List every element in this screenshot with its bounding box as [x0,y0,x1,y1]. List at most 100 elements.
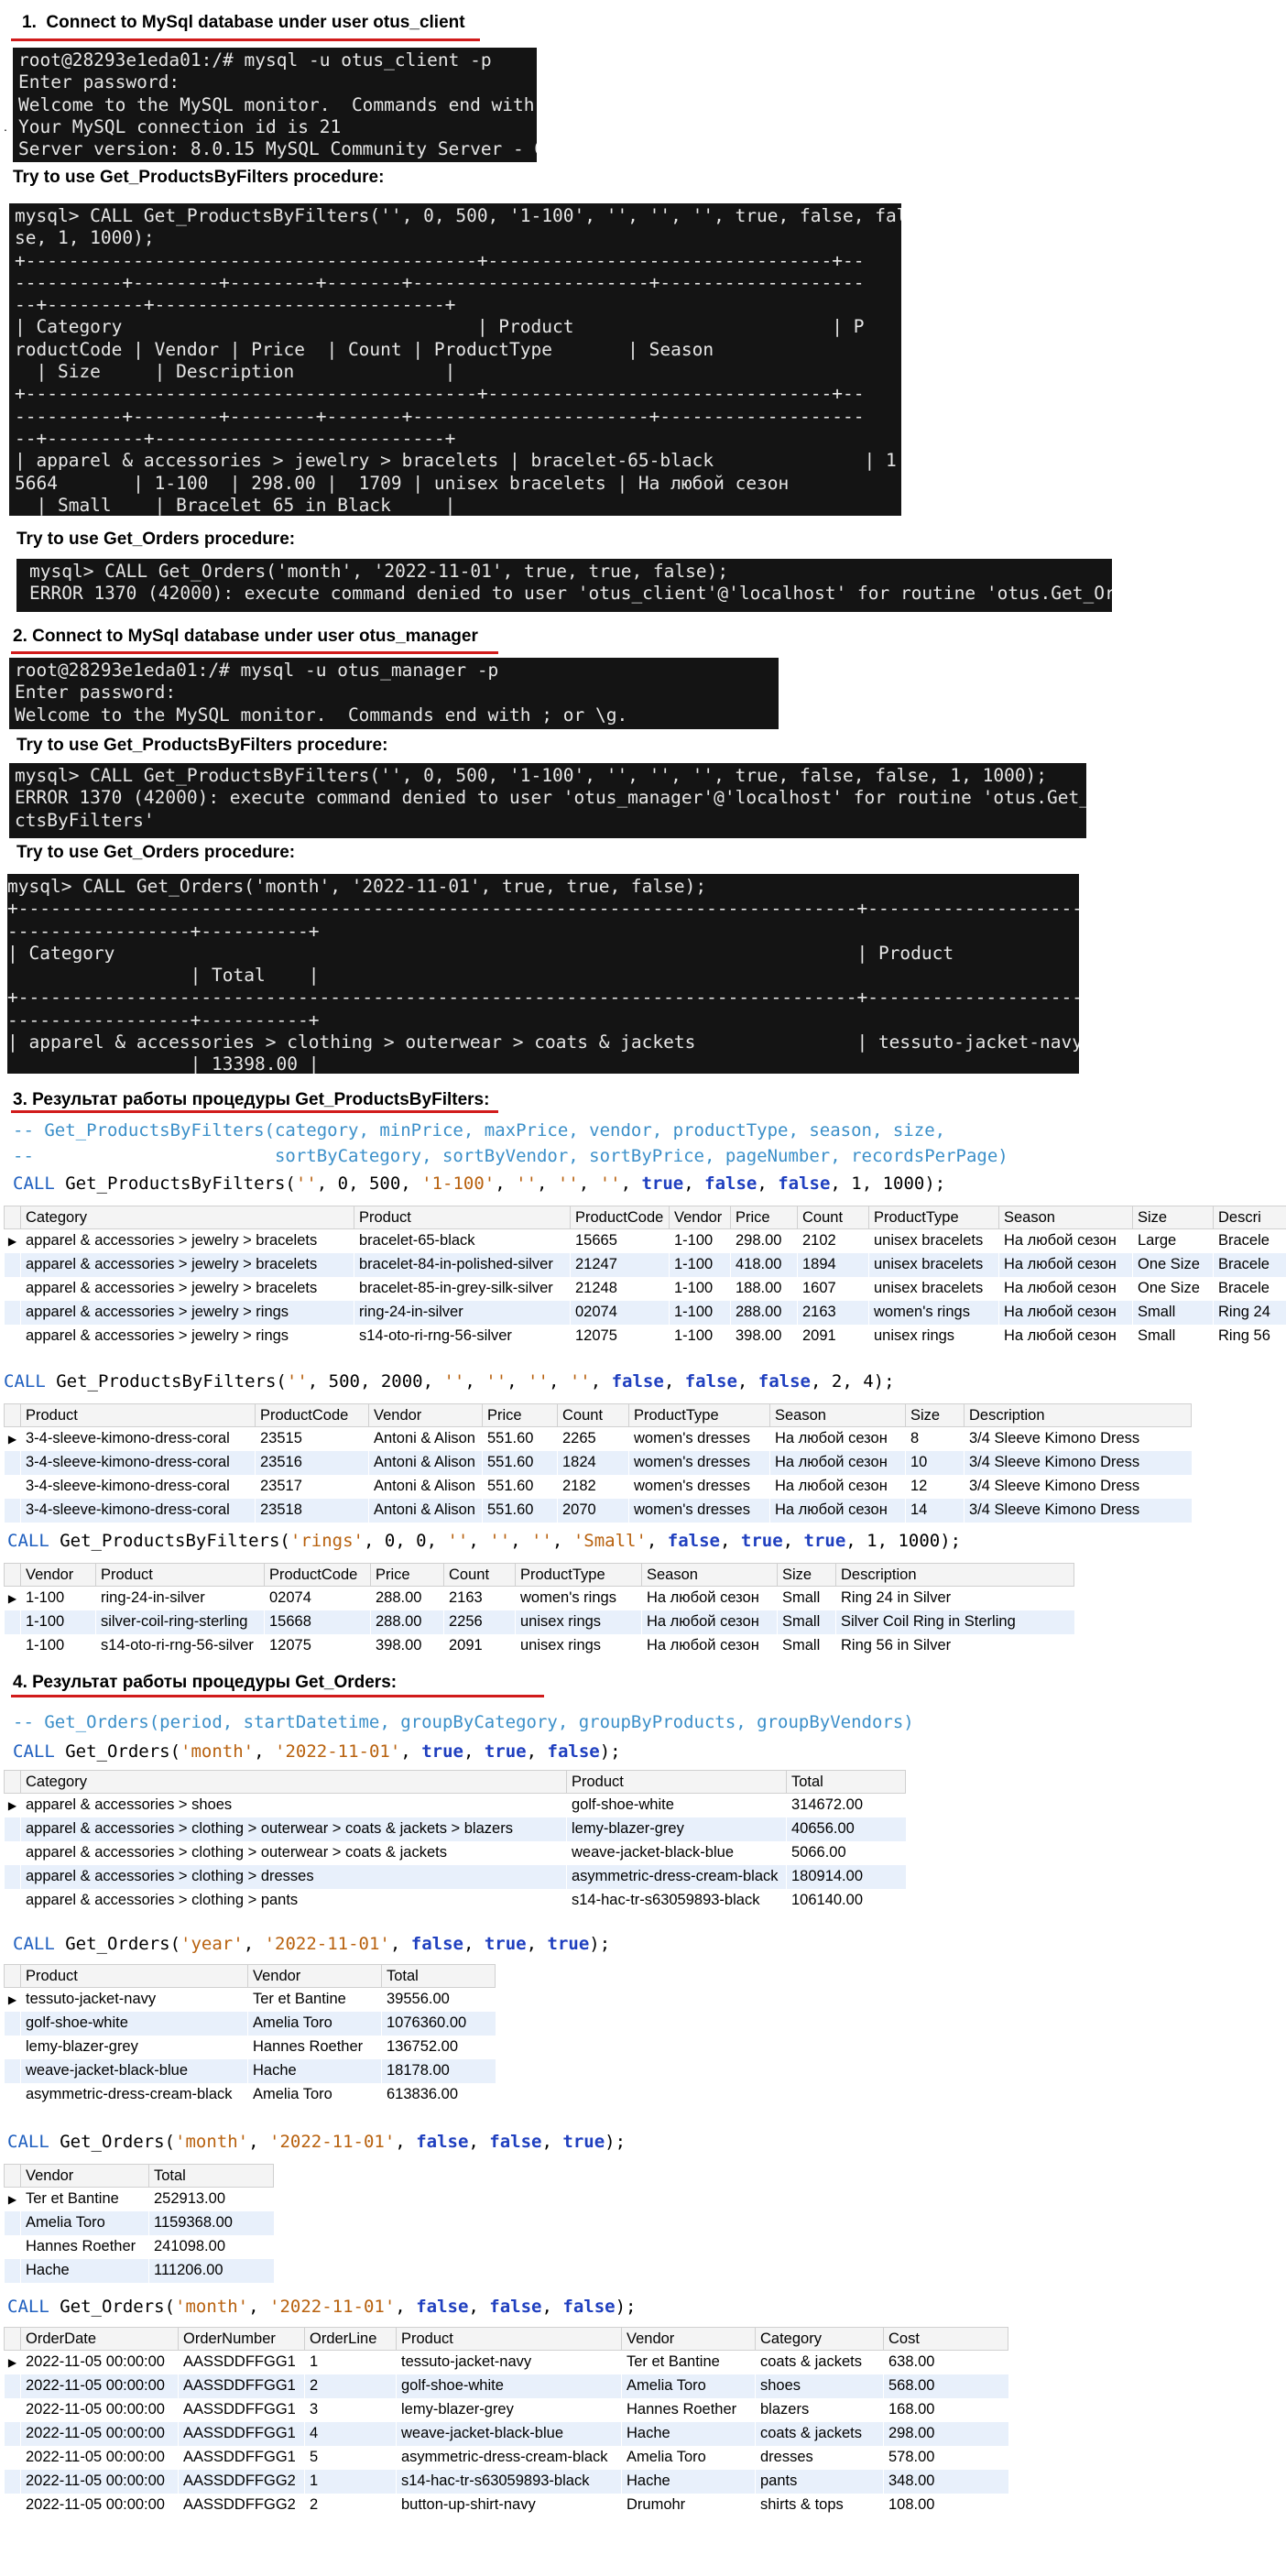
sql-punctuation: , 0, 0, [363,1531,448,1551]
column-header[interactable]: Vendor [669,1206,731,1229]
column-header[interactable]: Category [20,1770,567,1794]
table-row[interactable]: 2022-11-05 00:00:00 AASSDDFFGG1 3 lemy-blaz… [5,2398,1008,2422]
table-row[interactable]: 2022-11-05 00:00:00 AASSDDFFGG2 2 button-up… [5,2494,1008,2517]
column-header[interactable]: Vendor [247,1964,382,1988]
table-row[interactable]: 3-4-sleeve-kimono-dress-coral 23517 Antoni… [5,1475,1192,1499]
column-header[interactable]: Vendor [20,2164,149,2188]
row-marker-cell [4,2374,21,2398]
column-header[interactable]: Category [20,1206,354,1229]
table-row[interactable]: ▶ 2022-11-05 00:00:00 AASSDDFFGG1 1 tessuto-… [5,2351,1008,2374]
table-cell: 2022-11-05 00:00:00 [26,2401,165,2418]
table-cell: One Size [1132,1252,1214,1277]
column-header[interactable]: OrderDate [20,2327,179,2351]
column-header[interactable]: OrderNumber [178,2327,305,2351]
table-row[interactable]: ▶ tessuto-jacket-navy Ter et Bantine 39556.… [5,1988,496,2012]
column-header[interactable]: Price [370,1563,444,1587]
column-header[interactable]: Season [641,1563,778,1587]
column-header[interactable]: ProductType [628,1403,770,1427]
table-cell: 40656.00 [786,1817,906,1841]
column-header[interactable]: ProductCode [264,1563,371,1587]
table-row[interactable]: ▶ apparel & accessories > shoes golf-shoe-… [5,1794,906,1817]
table-row[interactable]: apparel & accessories > clothing > outer… [5,1841,906,1865]
column-header[interactable]: Vendor [621,2327,756,2351]
sql-boolean-literal: false [667,1531,720,1551]
column-header[interactable]: ProductType [515,1563,642,1587]
column-header[interactable]: Season [769,1403,906,1427]
table-row[interactable]: weave-jacket-black-blue Hache 18178.00 [4,2058,496,2083]
table-cell: ring-24-in-silver [101,1589,205,1607]
column-header[interactable]: ProductCode [255,1403,369,1427]
column-header[interactable]: OrderLine [304,2327,397,2351]
column-header[interactable]: Total [148,2164,274,2188]
table-row[interactable]: ▶ Ter et Bantine 252913.00 [5,2188,274,2211]
section-1-underline [11,38,480,41]
row-marker-cell [5,2398,21,2422]
table-row[interactable]: apparel & accessories > jewelry > bracel… [4,1252,1286,1277]
table-cell: 1159368.00 [148,2210,274,2235]
table-row[interactable]: ▶ 1-100 ring-24-in-silver 02074 288.00 2163 wo… [5,1587,1074,1610]
column-header[interactable]: Product [20,1403,256,1427]
table-row[interactable]: apparel & accessories > clothing > outer… [4,1817,906,1841]
sql-punctuation: ); [605,2132,627,2152]
table-row[interactable]: 3-4-sleeve-kimono-dress-coral 23518 Antoni… [4,1498,1192,1523]
table-row[interactable]: 1-100 silver-coil-ring-sterling 15668 288.0… [4,1610,1074,1634]
table-row[interactable]: asymmetric-dress-cream-black Amelia Toro 6… [5,2083,496,2107]
column-header[interactable]: Count [797,1206,869,1229]
table-row[interactable]: apparel & accessories > clothing > dress… [4,1864,906,1889]
table-row[interactable]: lemy-blazer-grey Hannes Roether 136752.00 [5,2036,496,2059]
table-cell: 2091 [449,1637,483,1654]
table-row[interactable]: apparel & accessories > jewelry > rings r… [4,1300,1286,1325]
table-cell: AASSDDFFGG1 [178,2374,305,2398]
column-header[interactable]: Descri [1213,1206,1286,1229]
column-header[interactable]: Product [396,2327,622,2351]
sql-punctuation: , [526,1934,548,1954]
row-marker-cell [5,2235,21,2259]
row-marker-cell [4,2058,21,2083]
table-row[interactable]: 2022-11-05 00:00:00 AASSDDFFGG1 5 asymmetri… [5,2446,1008,2470]
column-header[interactable]: ProductType [868,1206,999,1229]
table-cell: 1-100 [26,1589,65,1607]
column-header[interactable]: Count [557,1403,629,1427]
terminal-line: Welcome to the MySQL monitor. Commands e… [18,93,535,115]
sql-punctuation: , [548,1371,570,1392]
column-header[interactable]: Size [1132,1206,1214,1229]
column-header[interactable]: Price [482,1403,558,1427]
column-header[interactable]: Total [381,1964,496,1988]
table-row[interactable]: 1-100 s14-oto-ri-rng-56-silver 12075 398.00… [5,1634,1074,1658]
column-header[interactable]: Size [905,1403,964,1427]
column-header[interactable]: Vendor [20,1563,96,1587]
column-header[interactable]: Size [777,1563,836,1587]
column-header[interactable]: Count [443,1563,516,1587]
column-header[interactable]: Total [786,1770,906,1794]
column-header[interactable]: Description [835,1563,1074,1587]
table-cell: women's dresses [628,1450,770,1475]
table-row[interactable]: apparel & accessories > clothing > pants… [5,1889,906,1913]
table-row[interactable]: Hache 111206.00 [4,2258,274,2283]
column-header[interactable]: Description [964,1403,1192,1427]
column-header[interactable]: Category [755,2327,884,2351]
table-row[interactable]: 3-4-sleeve-kimono-dress-coral 23516 Antoni… [4,1450,1192,1475]
column-header[interactable]: Price [730,1206,798,1229]
table-row[interactable]: ▶ 3-4-sleeve-kimono-dress-coral 23515 Anton… [5,1427,1192,1451]
column-header[interactable]: Cost [883,2327,1008,2351]
column-header[interactable]: Vendor [368,1403,483,1427]
column-header[interactable]: Season [998,1206,1133,1229]
column-header[interactable]: ProductCode [570,1206,670,1229]
table-cell: 314672.00 [791,1796,863,1814]
table-row[interactable]: golf-shoe-white Amelia Toro 1076360.00 [4,2011,496,2036]
column-header[interactable]: Product [566,1770,787,1794]
table-cell: 2022-11-05 00:00:00 [26,2496,165,2513]
sql-punctuation: , [468,2297,490,2317]
table-row[interactable]: 2022-11-05 00:00:00 AASSDDFFGG1 2 golf-shoe… [4,2374,1008,2398]
table-row[interactable]: apparel & accessories > jewelry > bracel… [5,1277,1286,1301]
column-header[interactable]: Product [20,1964,248,1988]
column-header[interactable]: Product [354,1206,571,1229]
row-marker-cell [5,2036,21,2059]
table-row[interactable]: 2022-11-05 00:00:00 AASSDDFFGG1 4 weave-jac… [4,2421,1008,2446]
table-row[interactable]: ▶ apparel & accessories > jewelry > brace… [5,1229,1286,1253]
table-row[interactable]: Hannes Roether 241098.00 [5,2235,274,2259]
table-row[interactable]: apparel & accessories > jewelry > rings s… [5,1325,1286,1348]
column-header[interactable]: Product [95,1563,265,1587]
table-row[interactable]: Amelia Toro 1159368.00 [4,2210,274,2235]
table-row[interactable]: 2022-11-05 00:00:00 AASSDDFFGG2 1 s14-hac-t… [4,2469,1008,2494]
